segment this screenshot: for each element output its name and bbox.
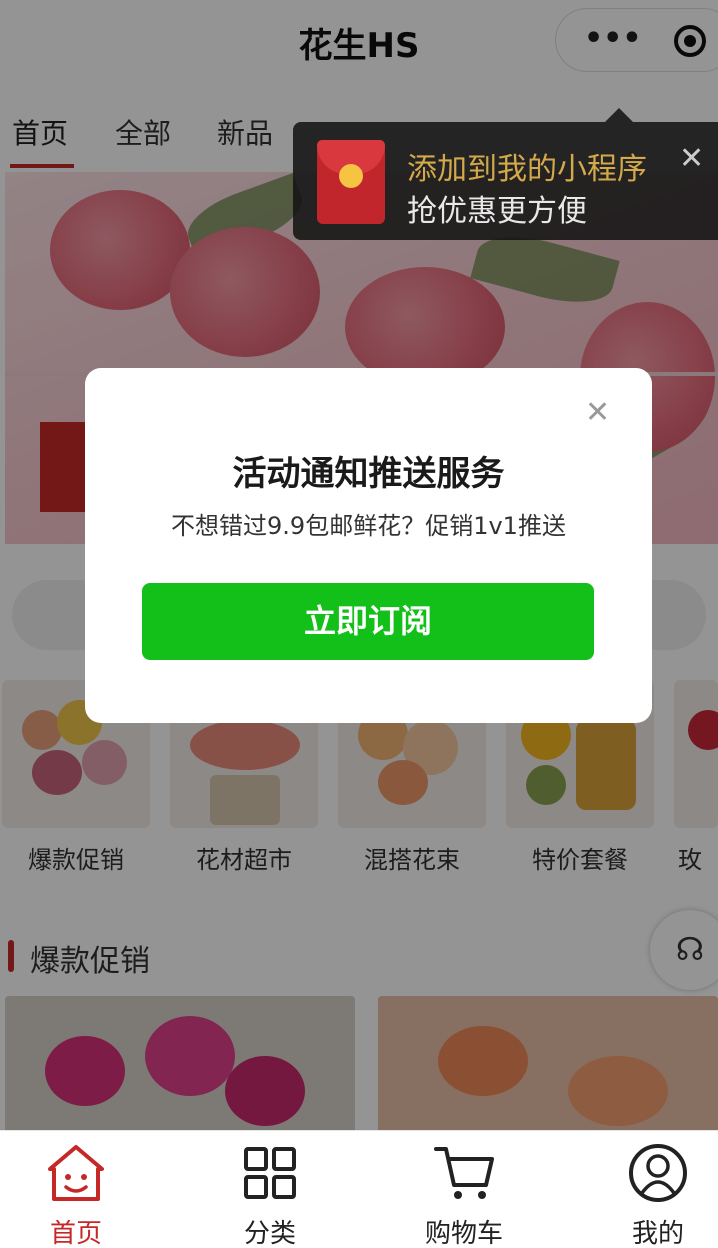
nav-cart[interactable]: 购物车 [404, 1131, 524, 1248]
cart-icon [434, 1147, 494, 1199]
add-to-mini-program-tooltip: 添加到我的小程序 抢优惠更方便 ✕ [293, 108, 718, 240]
tooltip-close-icon[interactable]: ✕ [679, 144, 704, 174]
nav-category[interactable]: 分类 [210, 1131, 330, 1248]
red-envelope-icon [317, 140, 385, 224]
subscription-dialog: ✕ 活动通知推送服务 不想错过9.9包邮鲜花？促销1v1推送 立即订阅 [85, 368, 652, 723]
nav-label: 购物车 [424, 1219, 503, 1248]
nav-label: 分类 [243, 1219, 296, 1248]
tooltip-subtitle: 抢优惠更方便 [407, 194, 587, 229]
user-icon [629, 1144, 687, 1202]
nav-home[interactable]: 首页 [16, 1131, 136, 1248]
nav-label: 首页 [49, 1219, 102, 1248]
nav-profile[interactable]: 我的 [598, 1131, 718, 1248]
dialog-close-icon[interactable]: ✕ [585, 398, 610, 428]
dialog-title: 活动通知推送服务 [232, 454, 505, 494]
bottom-navigation: 首页 分类 购物车 我的 [0, 1130, 718, 1248]
dialog-description: 不想错过9.9包邮鲜花？促销1v1推送 [171, 512, 566, 540]
tooltip-title: 添加到我的小程序 [407, 152, 647, 187]
home-icon [48, 1145, 104, 1201]
nav-label: 我的 [631, 1219, 684, 1248]
grid-icon [244, 1147, 296, 1199]
subscribe-button[interactable]: 立即订阅 [142, 583, 594, 660]
